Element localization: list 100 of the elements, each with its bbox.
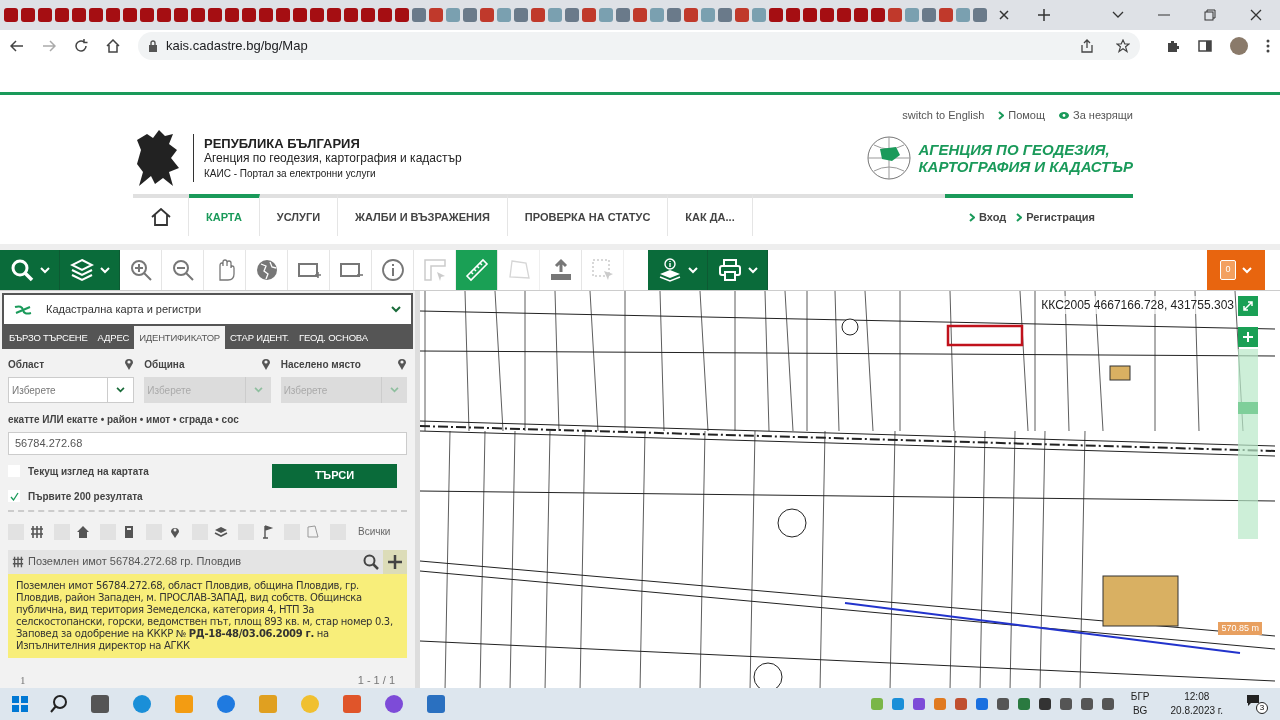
header-link[interactable]: switch to English: [902, 106, 985, 124]
tab-favicon-icon[interactable]: [769, 8, 783, 22]
map-tool-button[interactable]: [0, 250, 60, 290]
tab-favicon-icon[interactable]: [55, 8, 69, 22]
tab-favicon-icon[interactable]: [242, 8, 256, 22]
tab-favicon-icon[interactable]: [803, 8, 817, 22]
tab-favicon-icon[interactable]: [38, 8, 52, 22]
house-icon[interactable]: [76, 524, 90, 539]
tab-favicon-icon[interactable]: [633, 8, 647, 22]
tab-favicon-icon[interactable]: [429, 8, 443, 22]
more-icon[interactable]: [1266, 39, 1270, 53]
tab-favicon-icon[interactable]: [650, 8, 664, 22]
tray-icon[interactable]: [1038, 698, 1051, 710]
close-icon[interactable]: [1250, 9, 1262, 21]
search-tab[interactable]: ИДЕНТИФИКАТОР: [134, 326, 225, 350]
nav-tab[interactable]: КАК ДА...: [668, 194, 753, 236]
tab-favicon-icon[interactable]: [361, 8, 375, 22]
tray-icon[interactable]: [1059, 698, 1072, 710]
language-indicator[interactable]: БГР BG: [1130, 690, 1150, 718]
nav-tab[interactable]: КАРТА: [189, 194, 260, 236]
tab-favicon-icon[interactable]: [463, 8, 477, 22]
cadastral-map-drawing[interactable]: [420, 291, 1275, 688]
tab-favicon-icon[interactable]: [871, 8, 885, 22]
address-bar[interactable]: kais.cadastre.bg/bg/Map: [138, 32, 1140, 60]
tray-icon[interactable]: [1101, 698, 1114, 710]
reload-icon[interactable]: [74, 39, 88, 53]
map-tool-button[interactable]: [60, 250, 120, 290]
tab-favicon-icon[interactable]: [939, 8, 953, 22]
fullscreen-button[interactable]: [1238, 296, 1258, 316]
nav-tab[interactable]: УСЛУГИ: [259, 194, 339, 236]
search-icon[interactable]: [50, 695, 68, 713]
zoom-slider-track[interactable]: [1238, 349, 1258, 539]
task-view-icon[interactable]: [90, 694, 110, 714]
header-link[interactable]: За незрящи: [1059, 106, 1133, 124]
tab-favicon-icon[interactable]: [327, 8, 341, 22]
forward-icon[interactable]: [42, 40, 56, 52]
tab-favicon-icon[interactable]: [531, 8, 545, 22]
tab-favicon-icon[interactable]: [820, 8, 834, 22]
auth-link[interactable]: Вход: [969, 208, 1007, 226]
tab-favicon-icon[interactable]: [174, 8, 188, 22]
tab-favicon-icon[interactable]: [582, 8, 596, 22]
tab-favicon-icon[interactable]: [973, 8, 987, 22]
checkbox[interactable]: [8, 490, 20, 502]
back-icon[interactable]: [10, 40, 24, 52]
tab-favicon-icon[interactable]: [922, 8, 936, 22]
map-tool-button[interactable]: [708, 250, 768, 290]
tab-favicon-icon[interactable]: [140, 8, 154, 22]
search-tab[interactable]: ГЕОД. ОСНОВА: [294, 326, 373, 350]
tab-favicon-icon[interactable]: [497, 8, 511, 22]
tab-favicon-icon[interactable]: [157, 8, 171, 22]
tab-favicon-icon[interactable]: [752, 8, 766, 22]
puzzle-icon[interactable]: [1166, 39, 1180, 53]
flag-icon[interactable]: [260, 524, 274, 539]
tab-favicon-icon[interactable]: [854, 8, 868, 22]
building-icon[interactable]: [122, 524, 136, 539]
tab-favicon-icon[interactable]: [667, 8, 681, 22]
map-tool-button[interactable]: [648, 250, 708, 290]
tab-favicon-icon[interactable]: [378, 8, 392, 22]
tab-favicon-icon[interactable]: [684, 8, 698, 22]
tab-favicon-icon[interactable]: [4, 8, 18, 22]
search-button[interactable]: ТЪРСИ: [272, 463, 397, 488]
tray-icon[interactable]: [1080, 698, 1093, 710]
zoom-in-button[interactable]: [1238, 327, 1258, 347]
tab-favicon-icon[interactable]: [616, 8, 630, 22]
windows-icon[interactable]: [12, 696, 28, 712]
sidebar-icon[interactable]: [1198, 39, 1212, 53]
tab-favicon-icon[interactable]: [123, 8, 137, 22]
new-tab-icon[interactable]: [1037, 8, 1051, 22]
tray-icon[interactable]: [912, 698, 925, 710]
header-link[interactable]: Помощ: [998, 106, 1046, 124]
chevron-down-icon[interactable]: [1112, 11, 1124, 19]
tab-favicon-icon[interactable]: [735, 8, 749, 22]
maximize-icon[interactable]: [1204, 9, 1216, 21]
tab-favicon-icon[interactable]: [225, 8, 239, 22]
tab-favicon-icon[interactable]: [344, 8, 358, 22]
share-icon[interactable]: [1080, 39, 1094, 53]
page-number[interactable]: 1: [20, 671, 26, 688]
tab-favicon-icon[interactable]: [786, 8, 800, 22]
tab-favicon-icon[interactable]: [565, 8, 579, 22]
select-field[interactable]: Изберете: [8, 377, 135, 404]
nav-tab[interactable]: ЖАЛБИ И ВЪЗРАЖЕНИЯ: [338, 194, 508, 236]
tab-favicon-icon[interactable]: [701, 8, 715, 22]
identifier-input[interactable]: 56784.272.68: [8, 432, 407, 455]
tab-favicon-icon[interactable]: [837, 8, 851, 22]
polygon-icon[interactable]: [306, 524, 320, 539]
search-tab[interactable]: СТАР ИДЕНТ.: [225, 326, 294, 350]
close-icon[interactable]: [998, 9, 1010, 21]
tab-favicon-icon[interactable]: [480, 8, 494, 22]
avatar[interactable]: [1230, 37, 1248, 55]
tab-favicon-icon[interactable]: [21, 8, 35, 22]
tab-favicon-icon[interactable]: [89, 8, 103, 22]
auth-link[interactable]: Регистрация: [1016, 208, 1095, 226]
layers-icon[interactable]: [214, 524, 228, 539]
tab-favicon-icon[interactable]: [106, 8, 120, 22]
nav-tab[interactable]: ПРОВЕРКА НА СТАТУС: [507, 194, 669, 236]
tab-favicon-icon[interactable]: [395, 8, 409, 22]
clock[interactable]: 12:08 20.8.2023 г.: [1170, 690, 1223, 718]
tab-favicon-icon[interactable]: [276, 8, 290, 22]
tab-favicon-icon[interactable]: [888, 8, 902, 22]
tab-favicon-icon[interactable]: [446, 8, 460, 22]
